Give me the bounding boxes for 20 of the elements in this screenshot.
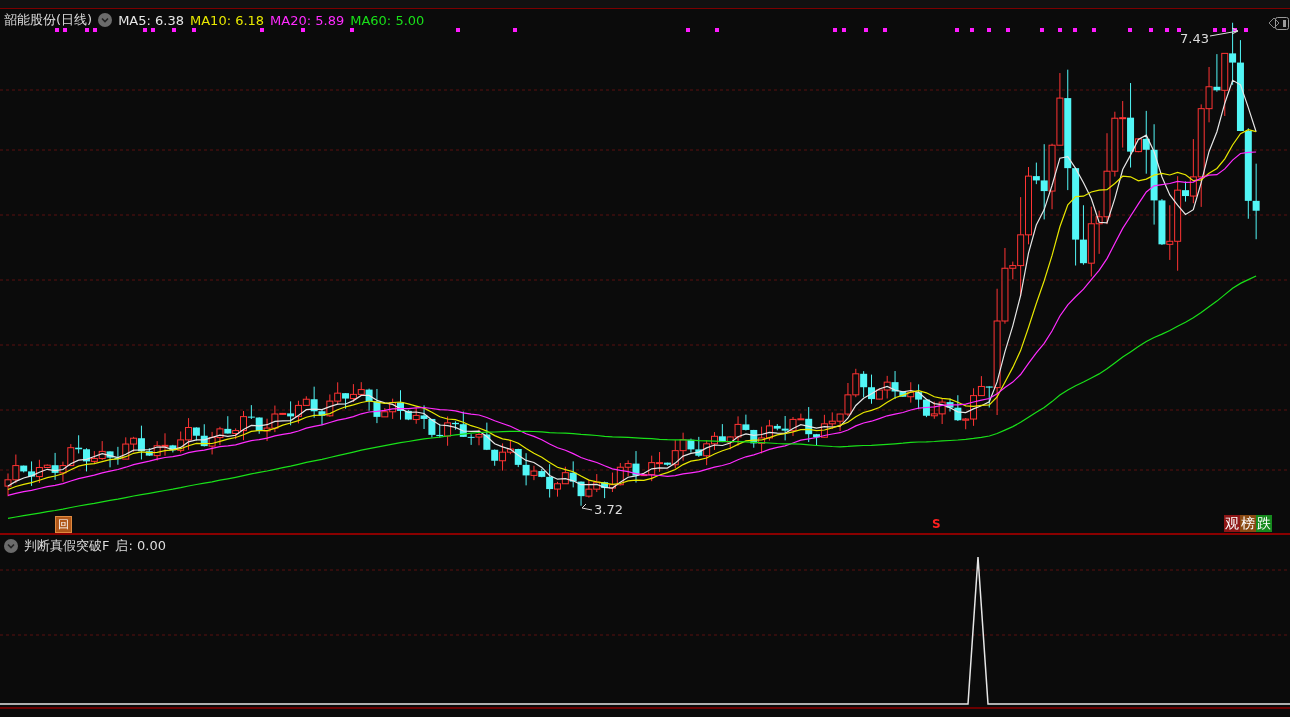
moving-average-value: MA5: 6.38 bbox=[118, 12, 184, 28]
sell-signal-marker: S bbox=[932, 517, 941, 531]
indicator-value: 启: 0.00 bbox=[115, 537, 166, 555]
high-arrow bbox=[1209, 27, 1239, 37]
chart-title: 韶能股份(日线) bbox=[4, 11, 93, 29]
signal-tag: 跌 bbox=[1256, 515, 1272, 532]
chevron-down-icon[interactable] bbox=[4, 539, 18, 553]
chevron-down-icon[interactable] bbox=[98, 13, 113, 27]
moving-average-value: MA60: 5.00 bbox=[350, 12, 425, 28]
signal-tag: 观 bbox=[1224, 515, 1240, 532]
indicator-name: 判断真假突破F bbox=[24, 537, 110, 555]
diamond-icon[interactable] bbox=[1268, 17, 1280, 29]
signal-badge: 回 bbox=[55, 516, 72, 533]
moving-average-value: MA20: 5.89 bbox=[270, 12, 345, 28]
high-price-label: 7.43 bbox=[1180, 31, 1209, 46]
signal-tag: 榜 bbox=[1240, 515, 1256, 532]
panel-toggle-icon[interactable] bbox=[1275, 17, 1289, 30]
low-price-label: 3.72 bbox=[594, 502, 623, 517]
moving-average-value: MA10: 6.18 bbox=[190, 12, 265, 28]
low-arrow bbox=[581, 503, 593, 511]
